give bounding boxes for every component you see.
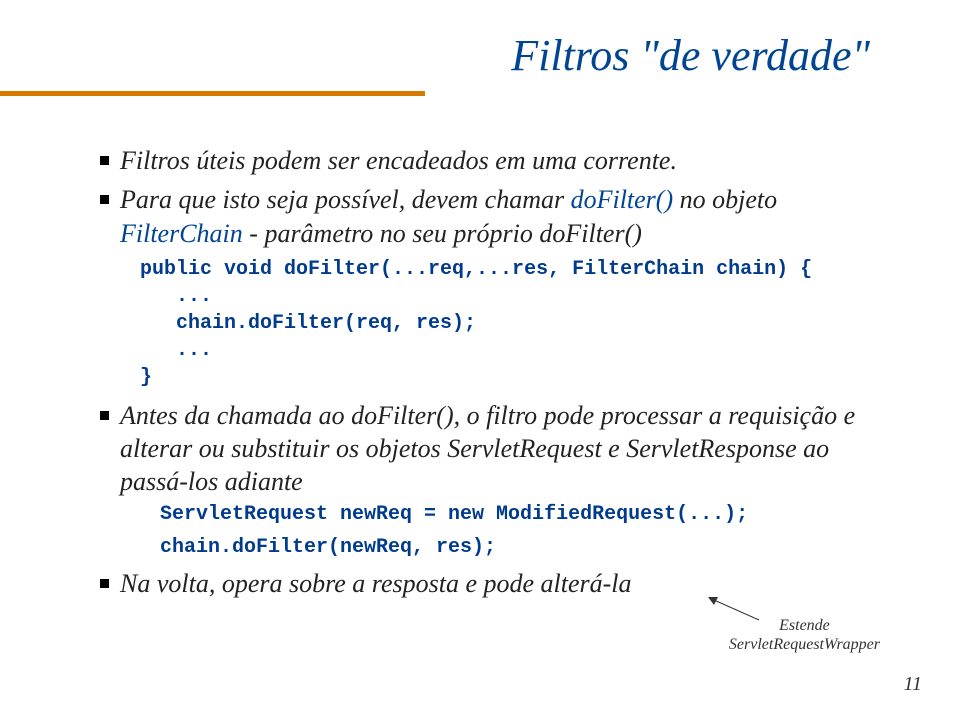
bullet-3-text: Antes da chamada ao doFilter(), o filtro…	[120, 401, 855, 497]
bullet-list: Filtros úteis podem ser encadeados em um…	[100, 144, 860, 600]
note-line-1: Estende	[729, 616, 880, 635]
bullet-2: Para que isto seja possível, devem chama…	[100, 183, 860, 391]
content: Filtros úteis podem ser encadeados em um…	[100, 144, 890, 600]
bullet-2-filterchain: FilterChain	[120, 219, 243, 248]
title-bar: Filtros "de verdade"	[100, 30, 890, 81]
code-block-1: public void doFilter(...req,...res, Filt…	[140, 256, 860, 391]
code-line-2a: ServletRequest newReq = new ModifiedRequ…	[160, 501, 860, 528]
bullet-3: Antes da chamada ao doFilter(), o filtro…	[100, 399, 860, 561]
bullet-2-text-post: - parâmetro no seu próprio doFilter()	[243, 219, 642, 248]
note-line-2: ServletRequestWrapper	[729, 635, 880, 654]
orange-rule	[0, 91, 425, 96]
note: Estende ServletRequestWrapper	[729, 616, 880, 654]
slide-title: Filtros "de verdade"	[511, 31, 870, 80]
code-line-2b: chain.doFilter(newReq, res);	[160, 534, 860, 561]
bullet-1: Filtros úteis podem ser encadeados em um…	[100, 144, 860, 177]
bullet-2-dofilter: doFilter()	[571, 185, 674, 214]
slide: Filtros "de verdade" Filtros úteis podem…	[0, 0, 960, 718]
page-number: 11	[903, 673, 922, 696]
bullet-2-text-mid: no objeto	[673, 185, 777, 214]
bullet-4: Na volta, opera sobre a resposta e pode …	[100, 567, 860, 600]
bullet-2-text-pre: Para que isto seja possível, devem chama…	[120, 185, 571, 214]
